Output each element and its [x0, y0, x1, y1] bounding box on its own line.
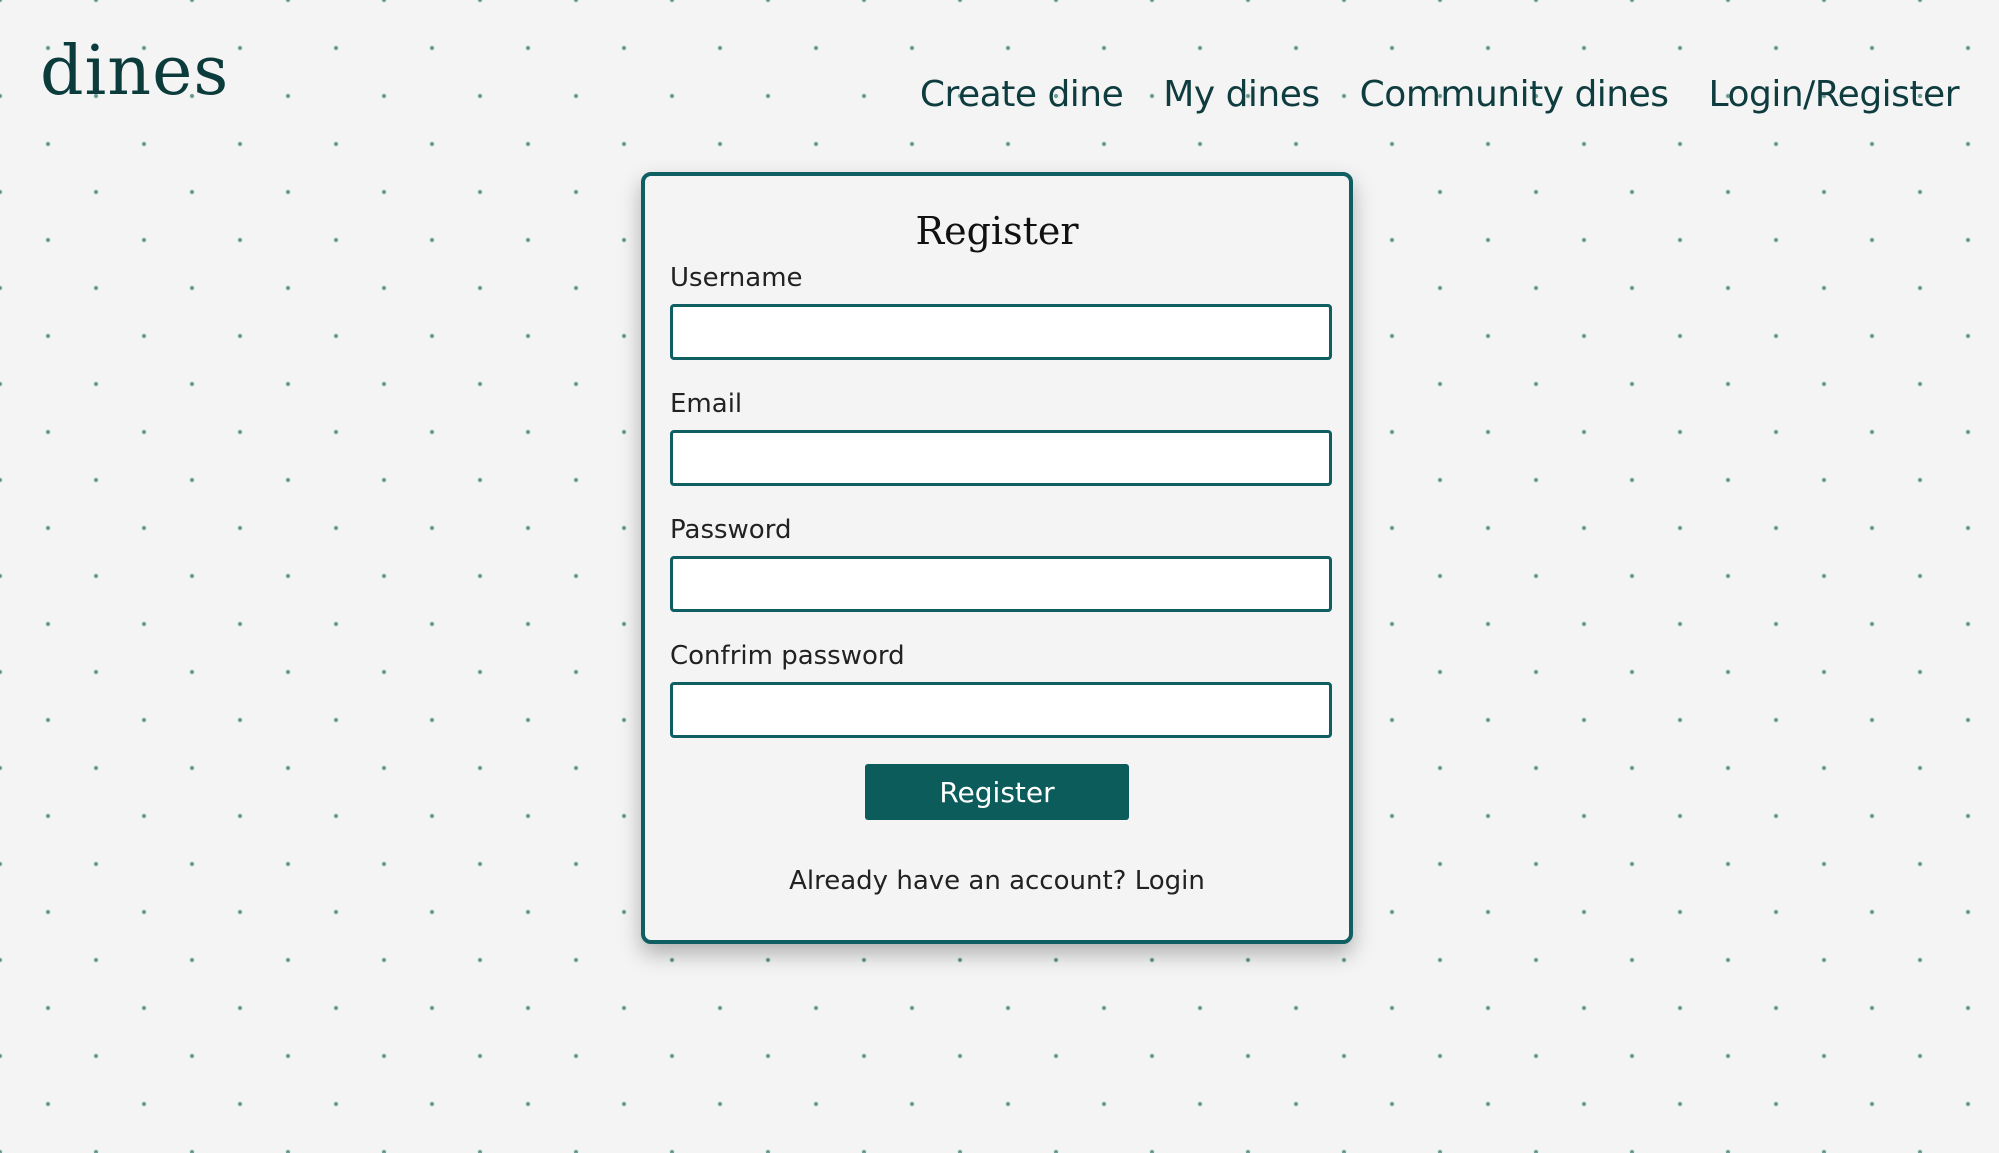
- login-link[interactable]: Login: [1135, 866, 1205, 896]
- register-title: Register: [915, 209, 1079, 253]
- email-input[interactable]: [670, 430, 1332, 486]
- submit-row: Register: [670, 764, 1324, 820]
- username-input[interactable]: [670, 304, 1332, 360]
- password-label: Password: [670, 515, 792, 545]
- main-nav: Create dine My dines Community dines Log…: [920, 74, 1960, 115]
- password-input[interactable]: [670, 556, 1332, 612]
- nav-login-register[interactable]: Login/Register: [1709, 74, 1960, 115]
- username-label: Username: [670, 263, 803, 293]
- site-logo[interactable]: dines: [40, 38, 229, 106]
- login-prompt-row: Already have an account? Login: [670, 866, 1324, 896]
- nav-community-dines[interactable]: Community dines: [1360, 74, 1669, 115]
- email-label: Email: [670, 389, 743, 419]
- register-button[interactable]: Register: [865, 764, 1129, 820]
- confirm-password-input[interactable]: [670, 682, 1332, 738]
- confirm-password-label: Confrim password: [670, 641, 905, 671]
- register-card: Register Username Email Password Confrim…: [641, 172, 1353, 944]
- nav-my-dines[interactable]: My dines: [1163, 74, 1320, 115]
- login-prompt-text: Already have an account?: [789, 866, 1127, 896]
- nav-create-dine[interactable]: Create dine: [920, 74, 1124, 115]
